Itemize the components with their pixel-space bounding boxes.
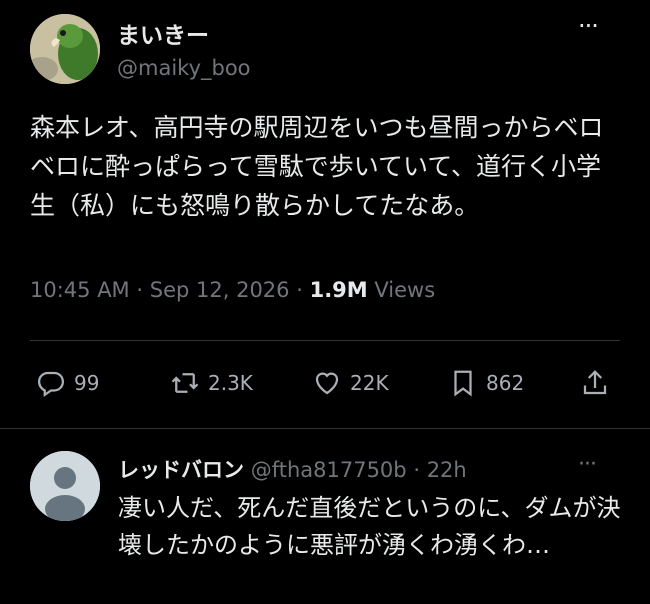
reply-icon bbox=[37, 371, 65, 398]
meta-separator: · bbox=[136, 278, 144, 302]
author-display-name[interactable]: まいきー bbox=[117, 16, 209, 50]
more-options-icon[interactable]: ··· bbox=[578, 12, 599, 40]
default-avatar-icon bbox=[30, 451, 100, 521]
parrot-avatar-image bbox=[30, 14, 100, 84]
meta-separator: · bbox=[296, 278, 303, 302]
reply-header: レッドバロン @ftha817750b · 22h bbox=[118, 454, 467, 484]
like-button[interactable]: 22K bbox=[312, 368, 389, 398]
like-icon bbox=[315, 372, 339, 395]
reply-author-avatar[interactable] bbox=[30, 451, 100, 521]
reply-author-handle[interactable]: @ftha817750b bbox=[251, 458, 407, 482]
bookmark-count: 862 bbox=[486, 371, 525, 395]
action-bar: 99 2.3K 22K 862 bbox=[0, 368, 650, 408]
reply-button[interactable]: 99 bbox=[36, 368, 99, 398]
divider bbox=[0, 428, 650, 429]
tweet-meta: 10:45 AM · Sep 12, 2026 · 1.9M Views bbox=[30, 278, 435, 302]
author-handle[interactable]: @maiky_boo bbox=[117, 56, 251, 80]
tweet-time[interactable]: 10:45 AM bbox=[30, 278, 130, 302]
tweet-text: 森本レオ、高円寺の駅周辺をいつも昼間っからベロベロに酔っぱらって雪駄で歩いていて… bbox=[30, 113, 604, 220]
reply-separator: · bbox=[413, 458, 420, 482]
retweet-count: 2.3K bbox=[208, 371, 253, 395]
bookmark-icon bbox=[454, 370, 472, 397]
author-avatar[interactable] bbox=[30, 14, 100, 84]
share-icon bbox=[583, 370, 607, 395]
like-count: 22K bbox=[350, 371, 389, 395]
retweet-button[interactable]: 2.3K bbox=[170, 368, 253, 398]
bookmark-button[interactable]: 862 bbox=[448, 368, 524, 398]
tweet-date[interactable]: Sep 12, 2026 bbox=[150, 278, 290, 302]
reply-text: 凄い人だ、死んだ直後だというのに、ダムが決壊したかのように悪評が湧くわ湧くわ… bbox=[118, 494, 621, 559]
reply-author-name[interactable]: レッドバロン bbox=[118, 458, 244, 482]
share-button[interactable] bbox=[580, 368, 610, 398]
views-label: Views bbox=[374, 278, 436, 302]
reply-age[interactable]: 22h bbox=[427, 458, 467, 482]
views-count[interactable]: 1.9M bbox=[310, 278, 368, 302]
reply-count: 99 bbox=[74, 371, 100, 395]
reply-more-options-icon[interactable]: ··· bbox=[578, 452, 597, 477]
divider bbox=[30, 340, 620, 341]
retweet-icon bbox=[171, 373, 199, 393]
